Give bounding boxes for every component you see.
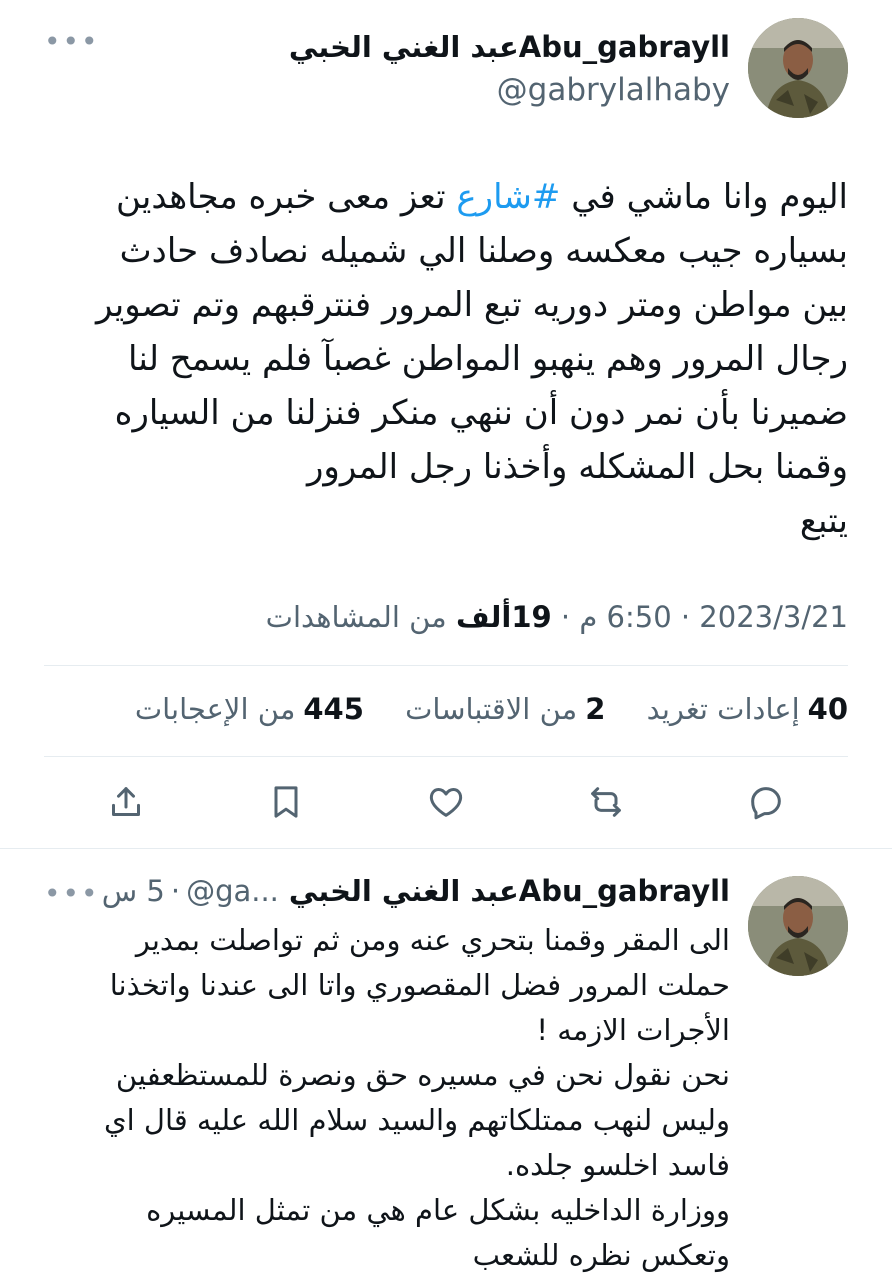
views-unit: ألف [455, 600, 512, 634]
reply-handle[interactable]: @ga... [186, 874, 279, 908]
tweet-meta: 2023/3/21 · 6:50 م · 19ألف من المشاهدات [266, 600, 848, 634]
tweet-text-line1-start: اليوم وانا ماشي في [560, 177, 848, 217]
reply-text: الى المقر وقمنا بتحري عنه ومن ثم تواصلت … [103, 923, 730, 1272]
avatar[interactable] [748, 18, 848, 118]
likes-label: من الإعجابات [134, 692, 296, 726]
divider [44, 665, 848, 666]
tweet-text-line1-end: تعز معى خبره مجاهدين [116, 177, 457, 217]
tweet-time[interactable]: 6:50 م [579, 600, 671, 634]
views-label: من المشاهدات [265, 600, 447, 634]
meta-separator: · [551, 600, 571, 634]
divider [0, 848, 892, 849]
meta-separator: · [170, 874, 181, 908]
bookmark-icon[interactable] [262, 778, 310, 826]
tweet-text: اليوم وانا ماشي في #شارع تعز معى خبره مج… [38, 170, 848, 548]
engagement-stats: 40إعادات تغريد 2من الاقتباسات 445من الإع… [135, 692, 848, 726]
likes-count: 445 [303, 692, 364, 726]
quotes-label: من الاقتباسات [405, 692, 578, 726]
reply-display-name[interactable]: عبد الغني الخبيAbu_gabrayll [289, 874, 730, 908]
divider [44, 756, 848, 757]
meta-separator: · [671, 600, 691, 634]
reply-age[interactable]: 5 س [102, 874, 165, 908]
display-name[interactable]: عبد الغني الخبيAbu_gabrayll [289, 30, 730, 64]
profile-photo [748, 876, 848, 976]
retweets-label: إعادات تغريد [646, 692, 800, 726]
like-icon[interactable] [422, 778, 470, 826]
more-options-icon[interactable]: ••• [44, 28, 100, 56]
reply-avatar[interactable] [748, 876, 848, 976]
share-icon[interactable] [102, 778, 150, 826]
retweets-count: 40 [807, 692, 848, 726]
quotes-count: 2 [585, 692, 606, 726]
user-handle[interactable]: @gabrylalhaby [497, 72, 730, 108]
views-count: 19 [511, 600, 552, 634]
quotes-stat[interactable]: 2من الاقتباسات [405, 692, 605, 726]
tweet-text-rest: بسياره جيب معكسه وصلنا الي شميله نصادف ح… [95, 231, 848, 541]
reply-header: عبد الغني الخبيAbu_gabrayll @ga... · 5 س [102, 874, 730, 908]
retweet-icon[interactable] [582, 778, 630, 826]
more-options-icon[interactable]: ••• [44, 880, 100, 908]
likes-stat[interactable]: 445من الإعجابات [135, 692, 364, 726]
hashtag-link[interactable]: #شارع [456, 177, 560, 217]
profile-photo [748, 18, 848, 118]
tweet-date[interactable]: 2023/3/21 [699, 600, 848, 634]
reply-icon[interactable] [742, 778, 790, 826]
retweets-stat[interactable]: 40إعادات تغريد [647, 692, 848, 726]
